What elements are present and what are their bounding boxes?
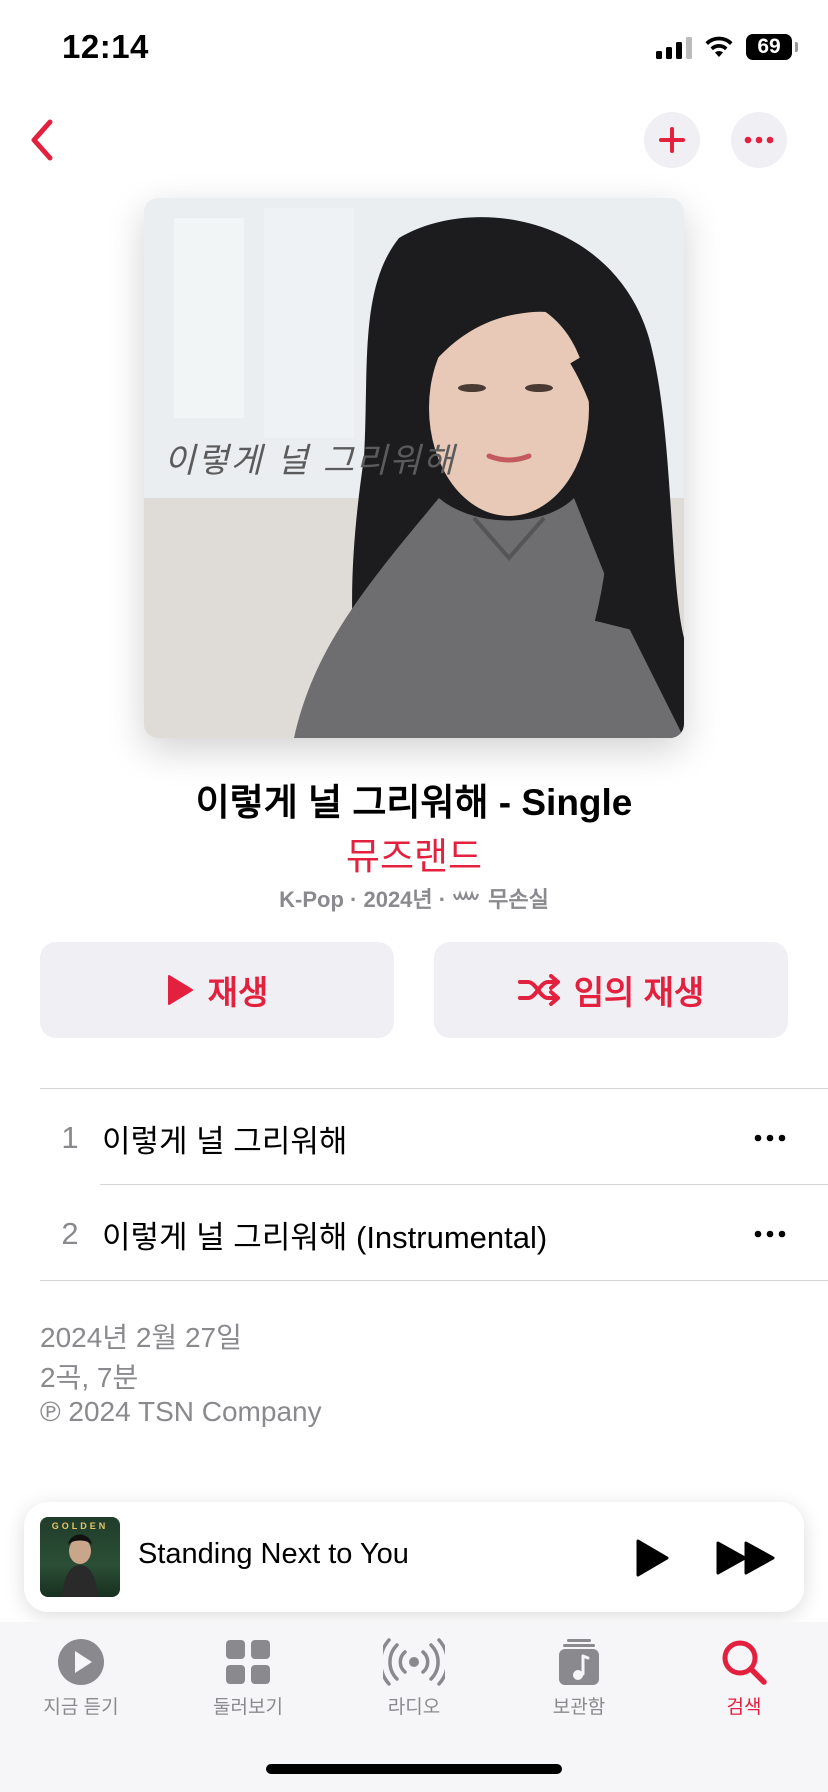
status-icons: 69 [656,34,798,60]
tab-library[interactable]: 보관함 [504,1638,654,1719]
lossless-icon [453,890,480,901]
more-options-button[interactable] [731,112,787,168]
tab-search[interactable]: 검색 [669,1638,819,1719]
shuffle-icon [517,974,560,1006]
now-playing-title: Standing Next to You [138,1538,409,1570]
mini-play-button[interactable] [622,1528,682,1588]
battery-icon: 69 [746,34,798,60]
track-row[interactable]: 2 이렇게 널 그리워해 (Instrumental) [40,1186,828,1282]
mini-player[interactable]: GOLDEN Standing Next to You [24,1502,804,1612]
track-divider [100,1184,828,1185]
search-icon [722,1640,767,1685]
tracklist-top-divider [40,1088,828,1089]
home-indicator[interactable] [266,1764,562,1774]
track-number: 1 [61,1120,79,1155]
now-playing-artwork: GOLDEN [40,1517,120,1597]
radio-icon [383,1638,445,1686]
track-title: 이렇게 널 그리워해 (Instrumental) [102,1219,548,1255]
play-button-label: 재생 [207,974,269,1011]
release-date: 2024년 2월 27일 [40,1322,242,1353]
tab-label: 보관함 [552,1697,606,1718]
tab-browse[interactable]: 둘러보기 [173,1638,323,1719]
album-title: 이렇게 널 그리워해 - Single [195,782,633,823]
track-number: 2 [61,1216,79,1251]
play-button[interactable]: 재생 [40,942,394,1038]
forward-icon [716,1541,775,1575]
play-circle-icon [58,1639,104,1685]
album-artwork: 이렇게 널 그리워해 [144,198,684,738]
tab-label: 둘러보기 [213,1697,283,1718]
track-more-button[interactable] [730,1230,810,1238]
tab-label: 지금 듣기 [43,1697,119,1718]
status-time: 12:14 [62,28,149,65]
tab-listen-now[interactable]: 지금 듣기 [6,1638,156,1719]
grid-icon [226,1640,270,1684]
lossless-label: 무손실 [488,887,549,912]
track-more-button[interactable] [730,1134,810,1142]
play-icon [167,975,193,1005]
battery-level: 69 [757,35,781,58]
ellipsis-icon [754,1230,786,1238]
track-count-duration: 2곡, 7분 [40,1362,139,1393]
track-row[interactable]: 1 이렇게 널 그리워해 [40,1090,828,1186]
shuffle-button[interactable]: 임의 재생 [434,942,788,1038]
ellipsis-icon [754,1134,786,1142]
cellular-signal-icon [656,35,692,59]
wifi-icon [705,36,733,57]
ellipsis-icon [744,136,774,144]
shuffle-button-label: 임의 재생 [573,974,705,1011]
plus-icon [659,127,685,153]
library-icon [559,1639,599,1685]
album-meta: K-Pop · 2024년 · 무손실 [0,882,828,914]
add-to-library-button[interactable] [644,112,700,168]
copyright: ℗ 2024 TSN Company [40,1396,322,1427]
tab-label: 검색 [726,1697,762,1718]
artwork-title-text: 이렇게 널 그리워해 [164,441,456,481]
tab-label: 라디오 [387,1697,441,1718]
tab-radio[interactable]: 라디오 [339,1638,489,1719]
play-icon [636,1539,669,1577]
artist-link[interactable]: 뮤즈랜드 [0,826,828,880]
back-button[interactable] [20,112,64,168]
genre-year-text: K-Pop · 2024년 · [279,887,447,912]
next-track-button[interactable] [710,1528,782,1588]
chevron-left-icon [31,119,53,161]
tracklist-bottom-divider [40,1280,828,1281]
track-title: 이렇게 널 그리워해 [102,1123,348,1159]
